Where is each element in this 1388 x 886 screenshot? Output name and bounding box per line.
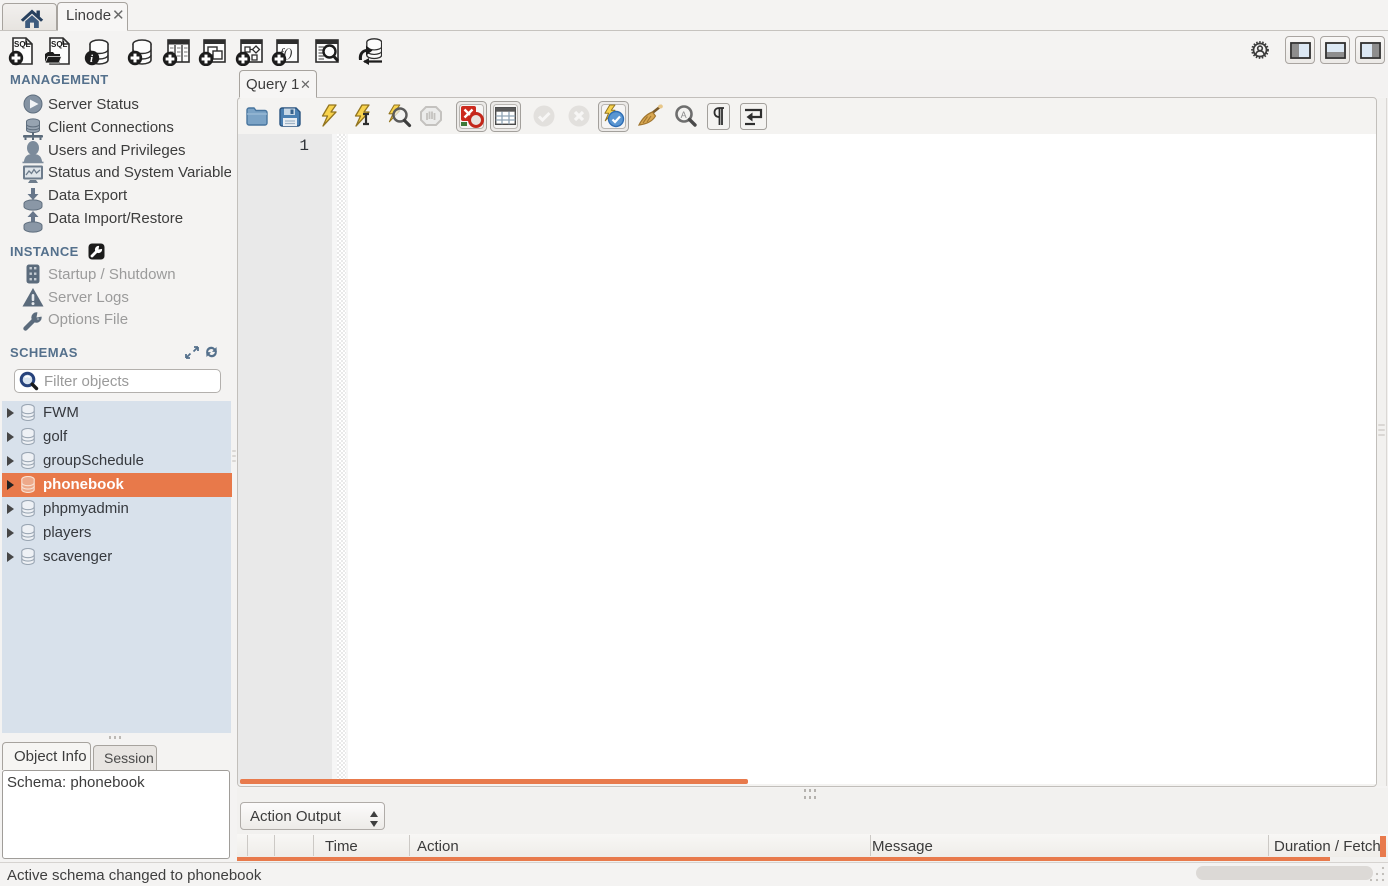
svg-text:A: A — [681, 110, 687, 120]
